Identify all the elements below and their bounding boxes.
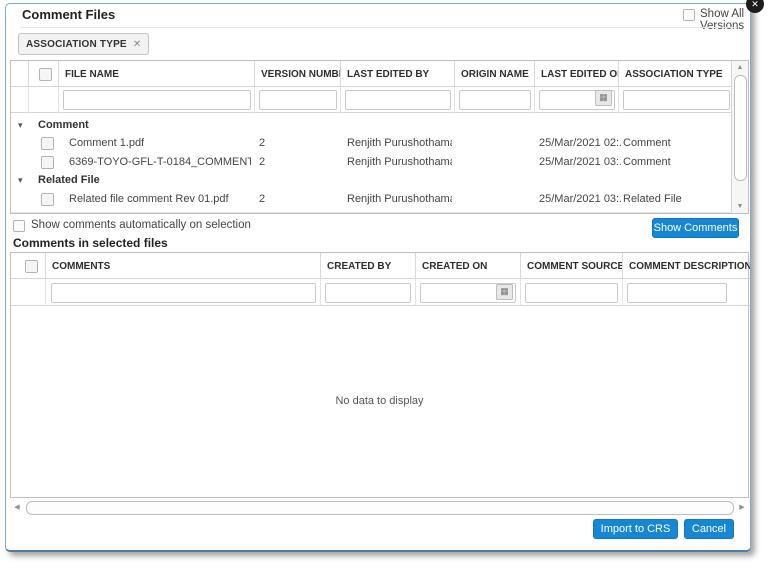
remove-filter-icon[interactable]: ✕: [133, 39, 141, 50]
show-comments-auto-checkbox[interactable]: [13, 220, 25, 232]
scroll-right-icon[interactable]: ▶: [735, 500, 749, 515]
select-all-comments-checkbox[interactable]: [25, 260, 38, 273]
cell-last-edited-on: 25/Mar/2021 02:...: [539, 137, 621, 149]
cell-last-edited-by: Renjith Purushothaman: [347, 156, 452, 168]
col-header-comments[interactable]: COMMENTS: [46, 253, 321, 279]
select-all-files-checkbox[interactable]: [39, 68, 52, 81]
chevron-down-icon[interactable]: ▾: [18, 175, 23, 186]
association-type-filter-chip[interactable]: ASSOCIATION TYPE ✕: [18, 33, 149, 55]
vertical-scrollbar[interactable]: ▲ ▼: [731, 61, 748, 213]
filter-chip-label: ASSOCIATION TYPE: [26, 39, 127, 50]
cell-file-name: 6369-TOYO-GFL-T-0184_COMMENT_REN...: [69, 156, 251, 168]
filter-version-number-input[interactable]: [259, 90, 337, 110]
cancel-button[interactable]: Cancel: [684, 519, 734, 539]
filter-file-name-input[interactable]: [63, 90, 251, 110]
filter-comments-input[interactable]: [51, 283, 316, 303]
cell-last-edited-on: 25/Mar/2021 03:...: [539, 193, 621, 205]
cell-association-type: Comment: [623, 156, 671, 168]
group-row-comment[interactable]: ▾ Comment: [11, 117, 734, 135]
horizontal-scrollbar-thumb[interactable]: [26, 501, 734, 515]
calendar-icon[interactable]: ▦: [496, 284, 513, 300]
cell-association-type: Related File: [623, 193, 682, 205]
scroll-down-icon[interactable]: ▼: [732, 200, 748, 213]
row-checkbox[interactable]: [41, 156, 54, 169]
cell-last-edited-by: Renjith Purushothaman: [347, 137, 452, 149]
scroll-up-icon[interactable]: ▲: [732, 61, 748, 74]
files-filter-row: ▦: [11, 87, 734, 113]
row-checkbox[interactable]: [41, 137, 54, 150]
filter-comment-description-input[interactable]: [627, 283, 727, 303]
vertical-scrollbar-thumb[interactable]: [734, 75, 747, 181]
show-comments-auto-label: Show comments automatically on selection: [31, 219, 251, 231]
header-divider: [20, 27, 737, 28]
cell-version-number: 2: [259, 156, 265, 168]
table-row[interactable]: 6369-TOYO-GFL-T-0184_COMMENT_REN... 2 Re…: [11, 153, 734, 173]
comments-filter-row: ▦: [11, 279, 750, 306]
calendar-icon[interactable]: ▦: [595, 90, 612, 106]
scroll-left-icon[interactable]: ◀: [10, 500, 24, 515]
page-title: Comment Files: [22, 7, 115, 22]
comments-section-heading: Comments in selected files: [13, 236, 168, 250]
filter-origin-name-input[interactable]: [459, 90, 531, 110]
show-comments-button[interactable]: Show Comments: [652, 218, 739, 238]
filter-last-edited-by-input[interactable]: [345, 90, 451, 110]
col-header-comment-source[interactable]: COMMENT SOURCE: [521, 253, 623, 279]
table-row[interactable]: Comment 1.pdf 2 Renjith Purushothaman 25…: [11, 134, 734, 154]
horizontal-scrollbar[interactable]: ◀ ▶: [10, 500, 749, 515]
cell-last-edited-on: 25/Mar/2021 03:...: [539, 156, 621, 168]
col-header-last-edited-on[interactable]: LAST EDITED ON: [535, 61, 619, 87]
cell-association-type: Comment: [623, 137, 671, 149]
comments-table: COMMENTS CREATED BY CREATED ON COMMENT S…: [10, 252, 749, 498]
row-indicator-header: [11, 61, 29, 87]
comment-files-dialog-screen: ✕ Comment Files Show All Versions ASSOCI…: [0, 0, 772, 570]
cell-last-edited-by: Renjith Purushothaman: [347, 193, 452, 205]
col-header-created-by[interactable]: CREATED BY: [321, 253, 416, 279]
col-header-association-type[interactable]: ASSOCIATION TYPE: [619, 61, 734, 87]
table-row[interactable]: Related file comment Rev 01.pdf 2 Renjit…: [11, 190, 734, 213]
cell-version-number: 2: [259, 193, 265, 205]
show-all-versions-label: Show All Versions: [700, 8, 772, 32]
empty-state-message: No data to display: [11, 395, 748, 407]
col-header-comment-description[interactable]: COMMENT DESCRIPTION: [623, 253, 750, 279]
group-label: Comment: [38, 119, 89, 131]
row-checkbox[interactable]: [41, 193, 54, 206]
cell-version-number: 2: [259, 137, 265, 149]
cell-file-name: Related file comment Rev 01.pdf: [69, 193, 229, 205]
import-to-crs-button[interactable]: Import to CRS: [593, 519, 678, 539]
col-header-version-number[interactable]: VERSION NUMBER: [255, 61, 341, 87]
select-all-files-cell: [29, 61, 59, 87]
col-header-created-on[interactable]: CREATED ON: [416, 253, 521, 279]
group-row-related-file[interactable]: ▾ Related File: [11, 172, 734, 191]
chevron-down-icon[interactable]: ▾: [18, 120, 23, 131]
col-header-last-edited-by[interactable]: LAST EDITED BY: [341, 61, 455, 87]
filter-created-by-input[interactable]: [325, 283, 411, 303]
group-label: Related File: [38, 174, 100, 186]
files-table-header-row: FILE NAME VERSION NUMBER LAST EDITED BY …: [11, 61, 734, 87]
filter-comment-source-input[interactable]: [525, 283, 618, 303]
col-header-origin-name[interactable]: ORIGIN NAME: [455, 61, 535, 87]
show-all-versions-checkbox[interactable]: [683, 9, 695, 21]
filter-association-type-input[interactable]: [623, 90, 730, 110]
cell-file-name: Comment 1.pdf: [69, 137, 144, 149]
files-table: FILE NAME VERSION NUMBER LAST EDITED BY …: [10, 60, 749, 214]
col-header-file-name[interactable]: FILE NAME: [59, 61, 255, 87]
select-all-comments-cell: [11, 253, 46, 279]
comments-table-header-row: COMMENTS CREATED BY CREATED ON COMMENT S…: [11, 253, 750, 279]
